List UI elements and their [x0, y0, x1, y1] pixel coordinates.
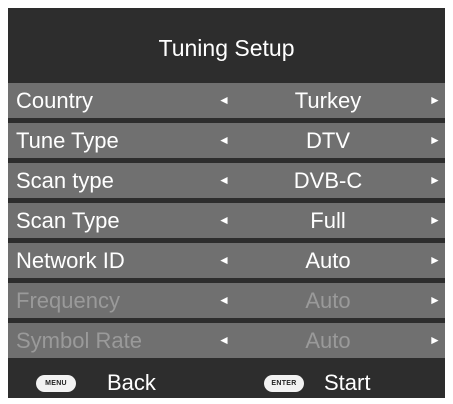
setting-row-frequency: Frequency ◄ Auto ► — [8, 283, 445, 318]
setting-value: Turkey — [294, 88, 362, 113]
setting-value: Full — [310, 208, 346, 233]
arrow-right-icon[interactable]: ► — [429, 203, 441, 238]
setting-row-scan-type[interactable]: Scan type ◄ DVB-C ► — [8, 163, 445, 198]
arrow-right-icon[interactable]: ► — [429, 123, 441, 158]
arrow-left-icon: ◄ — [218, 293, 230, 307]
tuning-setup-panel: Tuning Setup Country ◄ Turkey ► Tune Typ… — [8, 8, 445, 398]
setting-label: Scan type — [16, 168, 114, 193]
page-title: Tuning Setup — [158, 35, 295, 61]
setting-value: DVB-C — [293, 168, 363, 193]
arrow-right-icon[interactable]: ► — [429, 243, 441, 278]
arrow-right-icon[interactable]: ► — [429, 163, 441, 198]
setting-label: Tune Type — [16, 128, 119, 153]
setting-value: DTV — [306, 128, 350, 153]
setting-row-country[interactable]: Country ◄ Turkey ► — [8, 83, 445, 118]
footer-bar: MENU Back ENTER Start — [8, 365, 445, 398]
setting-label: Country — [16, 88, 94, 113]
arrow-left-icon: ◄ — [218, 333, 230, 347]
setting-row-network-id[interactable]: Network ID ◄ Auto ► — [8, 243, 445, 278]
setting-label: Frequency — [16, 288, 120, 313]
setting-label: Network ID — [16, 248, 125, 273]
setting-value: Auto — [305, 328, 351, 353]
arrow-right-icon: ► — [429, 333, 441, 347]
arrow-left-icon[interactable]: ◄ — [218, 163, 230, 198]
enter-key-icon[interactable]: ENTER — [264, 375, 304, 392]
setting-row-scan-mode[interactable]: Scan Type ◄ Full ► — [8, 203, 445, 238]
setting-label: Scan Type — [16, 208, 120, 233]
back-label[interactable]: Back — [107, 365, 156, 398]
start-label[interactable]: Start — [324, 365, 370, 398]
arrow-right-icon: ► — [429, 293, 441, 307]
arrow-right-icon[interactable]: ► — [429, 83, 441, 118]
arrow-left-icon[interactable]: ◄ — [218, 83, 230, 118]
arrow-left-icon[interactable]: ◄ — [218, 203, 230, 238]
setting-row-tune-type[interactable]: Tune Type ◄ DTV ► — [8, 123, 445, 158]
menu-key-icon[interactable]: MENU — [36, 375, 76, 392]
arrow-left-icon[interactable]: ◄ — [218, 243, 230, 278]
setting-value: Auto — [305, 248, 351, 273]
setting-value: Auto — [305, 288, 351, 313]
setting-row-symbol-rate: Symbol Rate ◄ Auto ► — [8, 323, 445, 358]
setting-label: Symbol Rate — [16, 328, 142, 353]
arrow-left-icon[interactable]: ◄ — [218, 123, 230, 158]
